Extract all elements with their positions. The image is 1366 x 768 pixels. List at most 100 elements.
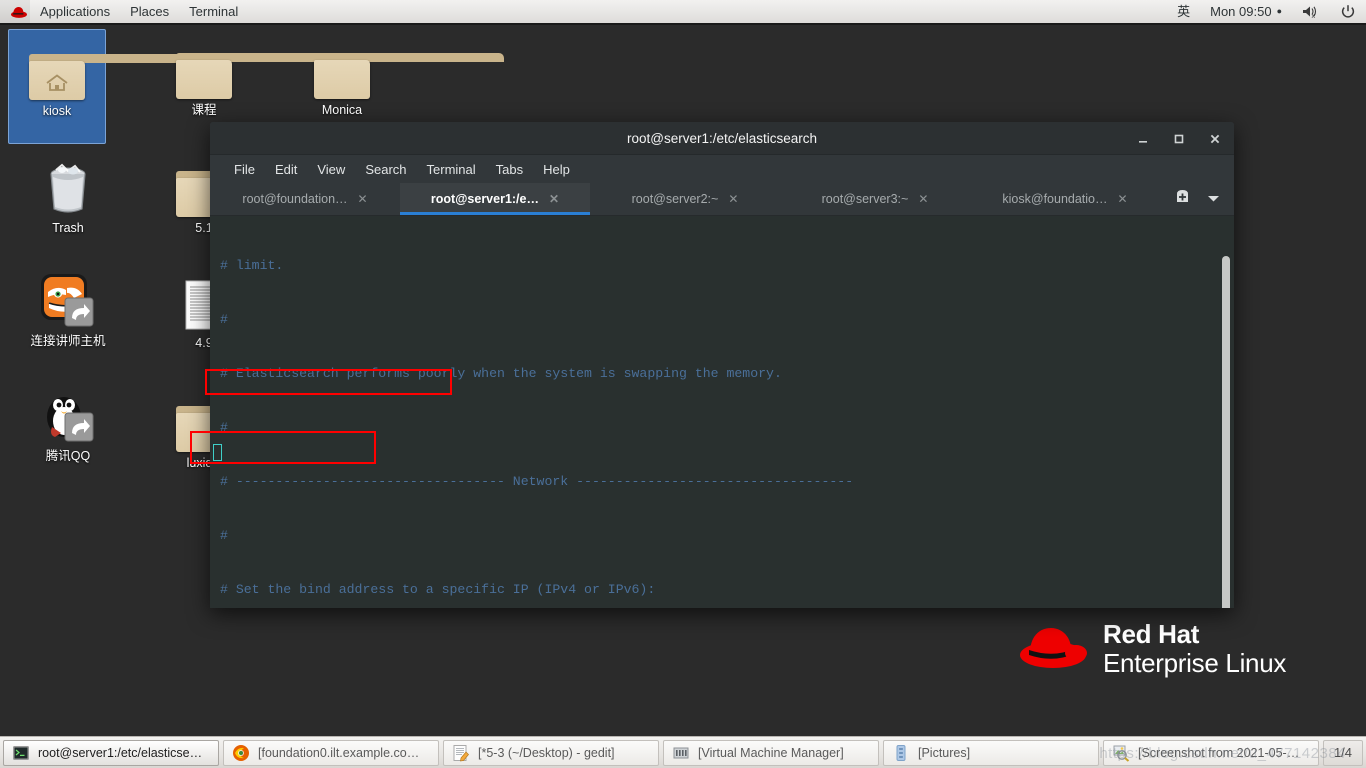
terminal-text: # (220, 312, 228, 327)
terminal-tab-1[interactable]: root@server1:/e… ✕ (400, 183, 590, 215)
tab-label: root@server1:/e… (430, 192, 539, 206)
tab-close-icon[interactable]: ✕ (358, 192, 368, 206)
terminal-window[interactable]: root@server1:/etc/elasticsearch File Edi… (210, 122, 1234, 608)
terminal-tab-0[interactable]: root@foundation… ✕ (210, 183, 400, 215)
taskbar: root@server1:/etc/elasticse… [foundation… (0, 736, 1366, 768)
volume-icon-svg: x (1303, 6, 1317, 19)
panel-status-area: 英 Mon 09:50 ● x (1167, 0, 1366, 23)
menubar-item-help[interactable]: Help (533, 159, 580, 180)
taskbar-item-firefox[interactable]: [foundation0.ilt.example.co… (223, 739, 439, 766)
power-icon[interactable] (1330, 0, 1366, 23)
menu-terminal-label: Terminal (189, 4, 239, 19)
menu-terminal[interactable]: Terminal (179, 0, 248, 23)
taskbar-item-pictures[interactable]: [Pictures] (883, 739, 1099, 766)
input-method-indicator[interactable]: 英 (1167, 0, 1200, 23)
terminal-scrollbar-thumb[interactable] (1222, 256, 1230, 608)
file-manager-icon-svg (896, 744, 906, 761)
volume-muted-icon[interactable]: x (1292, 0, 1330, 23)
app-shortcut-qq-icon (19, 383, 117, 445)
terminal-tab-3[interactable]: root@server3:~ ✕ (780, 183, 970, 215)
workspace-label: 1/4 (1333, 745, 1353, 760)
add-tab-icon[interactable] (1174, 188, 1191, 210)
trash-icon (19, 155, 117, 217)
close-button[interactable] (1204, 128, 1226, 150)
menubar-item-terminal[interactable]: Terminal (417, 159, 486, 180)
desktop: Applications Places Terminal 英 Mon 09:50… (0, 0, 1366, 768)
taskbar-item-gedit[interactable]: [*5-3 (~/Desktop) - gedit] (443, 739, 659, 766)
workspace-switcher[interactable]: 1/4 (1323, 739, 1363, 766)
terminal-output[interactable]: # limit. # # Elasticsearch performs poor… (210, 216, 1234, 608)
desktop-icon-label: Monica (321, 103, 363, 117)
redhat-logo-svg (11, 6, 27, 18)
terminal-scrollbar[interactable] (1222, 220, 1230, 608)
terminal-line: # Set the bind address to a specific IP … (220, 581, 1234, 599)
menubar-item-tabs[interactable]: Tabs (486, 159, 533, 180)
taskbar-item-vmm[interactable]: [Virtual Machine Manager] (663, 739, 879, 766)
taskbar-item-label: root@server1:/etc/elasticse… (38, 745, 203, 760)
chevron-down-icon-svg (1208, 196, 1219, 202)
terminal-icon-svg (13, 745, 29, 760)
taskbar-item-screenshot[interactable]: [Screenshot from 2021-05-… (1103, 739, 1319, 766)
desktop-icon-label: kiosk (42, 104, 72, 118)
desktop-icon-kecheng[interactable]: 课程 (155, 37, 366, 118)
desktop-icon-monica[interactable]: Monica (293, 37, 504, 118)
tabbar-actions (1160, 183, 1234, 215)
top-panel: Applications Places Terminal 英 Mon 09:50… (0, 0, 1366, 25)
image-viewer-icon-svg (1113, 745, 1130, 762)
terminal-text: # (220, 420, 228, 435)
tab-close-icon[interactable]: ✕ (1118, 192, 1128, 206)
terminal-line: # ---------------------------------- Net… (220, 473, 1234, 491)
tab-close-icon[interactable]: ✕ (918, 192, 928, 206)
terminal-icon (12, 744, 30, 762)
file-manager-icon (892, 744, 910, 762)
maximize-button[interactable] (1168, 128, 1190, 150)
menu-applications-label: Applications (40, 4, 111, 19)
chevron-down-icon[interactable] (1207, 190, 1220, 208)
terminal-line: # (220, 311, 1234, 329)
taskbar-item-label: [foundation0.ilt.example.co… (258, 745, 420, 760)
desktop-icon-label: 课程 (191, 103, 217, 117)
menubar-item-view[interactable]: View (307, 159, 355, 180)
desktop-icon-trash[interactable]: Trash (19, 155, 117, 236)
gedit-icon-svg (453, 744, 469, 761)
tab-label: root@foundation… (242, 192, 348, 206)
desktop-icon-kiosk[interactable]: kiosk (8, 29, 219, 144)
rhel-branding: Red Hat Enterprise Linux (1017, 620, 1286, 678)
vmm-icon-svg (673, 747, 689, 758)
clock[interactable]: Mon 09:50 ● (1200, 0, 1292, 23)
menubar-item-edit[interactable]: Edit (265, 159, 307, 180)
terminal-tab-4[interactable]: kiosk@foundatio… ✕ (970, 183, 1160, 215)
taskbar-item-terminal[interactable]: root@server1:/etc/elasticse… (3, 739, 219, 766)
rhel-branding-text: Red Hat Enterprise Linux (1103, 620, 1286, 678)
desktop-icon-connect-instructor-host[interactable]: 连接讲师主机 (19, 268, 117, 349)
desktop-icon-tencent-qq[interactable]: 腾讯QQ (19, 383, 117, 464)
tab-close-icon[interactable]: ✕ (728, 192, 738, 206)
tab-label: root@server3:~ (821, 192, 909, 206)
terminal-text: # ---------------------------------- Net… (220, 474, 854, 489)
minimize-button[interactable] (1132, 128, 1154, 150)
input-method-label: 英 (1177, 4, 1191, 19)
folder-icon (155, 37, 366, 99)
brand-line-2: Enterprise Linux (1103, 648, 1287, 678)
terminal-titlebar[interactable]: root@server1:/etc/elasticsearch (210, 122, 1234, 155)
terminal-menubar: File Edit View Search Terminal Tabs Help (210, 155, 1234, 183)
menubar-item-search[interactable]: Search (355, 159, 416, 180)
tab-label: root@server2:~ (631, 192, 719, 206)
minimize-icon (1139, 140, 1147, 143)
menubar-item-file[interactable]: File (224, 159, 265, 180)
gedit-icon (452, 744, 470, 762)
maximize-icon (1174, 134, 1184, 143)
redhat-fedora-logo-icon (1020, 628, 1087, 668)
terminal-line: # (220, 419, 1234, 437)
tab-close-icon[interactable]: ✕ (549, 192, 559, 206)
menu-applications[interactable]: Applications (30, 0, 120, 23)
app-shortcut-tiger-icon (19, 268, 117, 330)
notification-dot: ● (1276, 6, 1282, 16)
menu-places-label: Places (130, 4, 170, 19)
desktop-icon-label: 腾讯QQ (45, 449, 91, 463)
trash-icon-svg (50, 163, 86, 213)
terminal-tab-2[interactable]: root@server2:~ ✕ (590, 183, 780, 215)
menu-places[interactable]: Places (120, 0, 179, 23)
terminal-line: # (220, 527, 1234, 545)
terminal-line: # Elasticsearch performs poorly when the… (220, 365, 1234, 383)
